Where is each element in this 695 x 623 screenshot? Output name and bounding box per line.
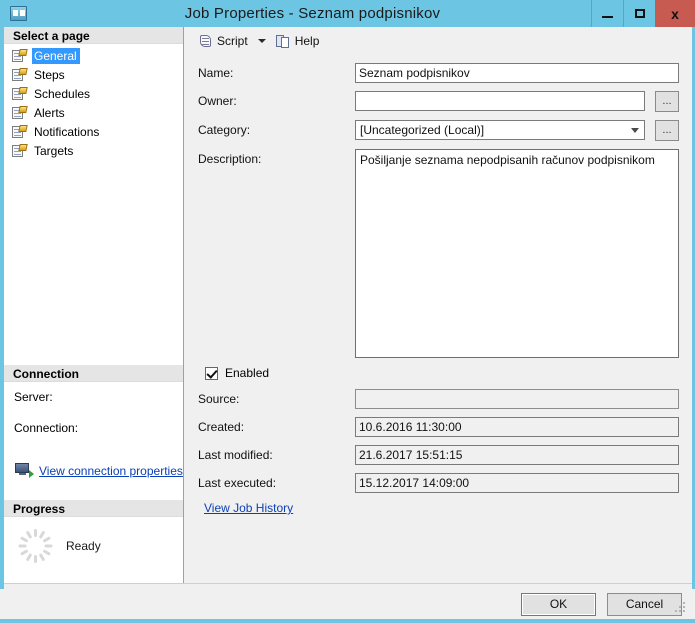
category-browse-button[interactable]: ... (655, 120, 679, 141)
category-select[interactable]: [Uncategorized (Local)] (355, 120, 645, 140)
progress-spinner-icon (18, 529, 52, 563)
resize-grip-icon[interactable] (673, 600, 686, 613)
help-pages-icon (275, 34, 291, 49)
sidebar-item-notifications[interactable]: Notifications (12, 123, 183, 140)
source-row: Source: (198, 389, 692, 409)
description-textarea[interactable]: Pošiljanje seznama nepodpisanih računov … (355, 149, 679, 358)
general-form: Name: Seznam podpisnikov Owner: ... Cate… (185, 55, 692, 515)
view-connection-properties-row[interactable]: View connection properties (15, 463, 183, 478)
maximize-icon (634, 9, 645, 18)
ssms-icon (8, 4, 30, 24)
sidebar-item-alerts[interactable]: Alerts (12, 104, 183, 121)
page-icon (12, 143, 28, 158)
page-icon (12, 105, 28, 120)
toolbar: Script Help (185, 27, 692, 55)
category-label: Category: (198, 123, 251, 137)
help-label: Help (294, 34, 320, 48)
main-panel: Script Help Name: Seznam podpisnikov Own… (185, 27, 692, 587)
sidebar-item-label: Targets (34, 143, 74, 158)
page-icon (12, 48, 28, 63)
progress-section: Progress Ready (4, 500, 183, 563)
created-row: Created: 10.6.2016 11:30:00 (198, 417, 692, 437)
cancel-button[interactable]: Cancel (607, 593, 682, 616)
connection-header: Connection (4, 365, 183, 382)
progress-header: Progress (4, 500, 183, 517)
enabled-checkbox[interactable] (205, 366, 218, 380)
last-modified-row: Last modified: 21.6.2017 15:51:15 (198, 445, 692, 465)
sidebar-item-label: General (32, 47, 80, 64)
sidebar-item-general[interactable]: General (12, 47, 183, 64)
connection-row: Connection: (14, 421, 183, 438)
chevron-down-icon[interactable] (626, 121, 644, 139)
page-icon (12, 124, 28, 139)
minimize-button[interactable] (591, 0, 623, 27)
sidebar-item-schedules[interactable]: Schedules (12, 85, 183, 102)
maximize-button[interactable] (623, 0, 655, 27)
source-label: Source: (198, 392, 240, 406)
enabled-checkbox-row[interactable]: Enabled (205, 366, 692, 380)
owner-label: Owner: (198, 94, 237, 108)
last-executed-label: Last executed: (198, 476, 277, 490)
connection-body: Server: Connection: View connection prop… (4, 382, 183, 478)
close-icon: x (671, 5, 679, 22)
sidebar-item-targets[interactable]: Targets (12, 142, 183, 159)
sidebar: Select a page General Steps Schedules Al… (4, 27, 184, 587)
last-modified-label: Last modified: (198, 448, 273, 462)
page-icon (12, 86, 28, 101)
name-row: Name: Seznam podpisnikov (198, 63, 692, 83)
name-input[interactable]: Seznam podpisnikov (355, 63, 679, 83)
ok-button[interactable]: OK (521, 593, 596, 616)
connection-label: Connection: (14, 421, 79, 435)
job-properties-dialog: Job Properties - Seznam podpisnikov x Se… (0, 0, 695, 623)
last-executed-row: Last executed: 15.12.2017 14:09:00 (198, 473, 692, 493)
category-selected-value: [Uncategorized (Local)] (360, 123, 485, 137)
select-page-header: Select a page (4, 27, 183, 44)
connection-monitor-icon (15, 463, 34, 478)
help-button[interactable]: Help (272, 30, 324, 52)
server-value (14, 409, 183, 421)
last-modified-value: 21.6.2017 15:51:15 (355, 445, 679, 465)
owner-input[interactable] (355, 91, 645, 111)
script-scroll-icon (198, 34, 213, 49)
view-connection-properties-link[interactable]: View connection properties (39, 464, 183, 478)
owner-browse-button[interactable]: ... (655, 91, 679, 112)
progress-body: Ready (4, 517, 183, 563)
enabled-label: Enabled (225, 366, 270, 380)
name-label: Name: (198, 66, 234, 80)
title-bar: Job Properties - Seznam podpisnikov x (0, 0, 695, 27)
owner-row: Owner: ... (198, 91, 692, 112)
sidebar-item-steps[interactable]: Steps (12, 66, 183, 83)
view-job-history-row: View Job History (204, 501, 692, 515)
page-list: General Steps Schedules Alerts Notificat… (4, 44, 183, 159)
source-value (355, 389, 679, 409)
description-label: Description: (198, 152, 262, 166)
sidebar-item-label: Alerts (34, 105, 65, 120)
view-job-history-link[interactable]: View Job History (204, 501, 293, 515)
close-button[interactable]: x (655, 0, 695, 27)
minimize-icon (602, 15, 613, 18)
window-controls: x (591, 0, 695, 27)
server-row: Server: (14, 390, 183, 407)
page-icon (12, 67, 28, 82)
window-frame-bottom (0, 619, 695, 623)
connection-section: Connection Server: Connection: View conn… (4, 365, 183, 478)
description-row: Description: Pošiljanje seznama nepodpis… (198, 149, 692, 358)
progress-status: Ready (66, 539, 101, 553)
sidebar-item-label: Steps (34, 67, 65, 82)
script-label: Script (217, 34, 248, 48)
server-label: Server: (14, 390, 53, 404)
last-executed-value: 15.12.2017 14:09:00 (355, 473, 679, 493)
connection-value (14, 440, 183, 452)
sidebar-item-label: Schedules (34, 86, 91, 101)
created-value: 10.6.2016 11:30:00 (355, 417, 679, 437)
dialog-body: Select a page General Steps Schedules Al… (0, 27, 695, 623)
script-button[interactable]: Script (194, 30, 252, 52)
created-label: Created: (198, 420, 245, 434)
category-row: Category: [Uncategorized (Local)] ... (198, 120, 692, 141)
chevron-down-icon[interactable] (257, 39, 266, 43)
dialog-footer: OK Cancel (4, 583, 692, 619)
sidebar-item-label: Notifications (34, 124, 100, 139)
